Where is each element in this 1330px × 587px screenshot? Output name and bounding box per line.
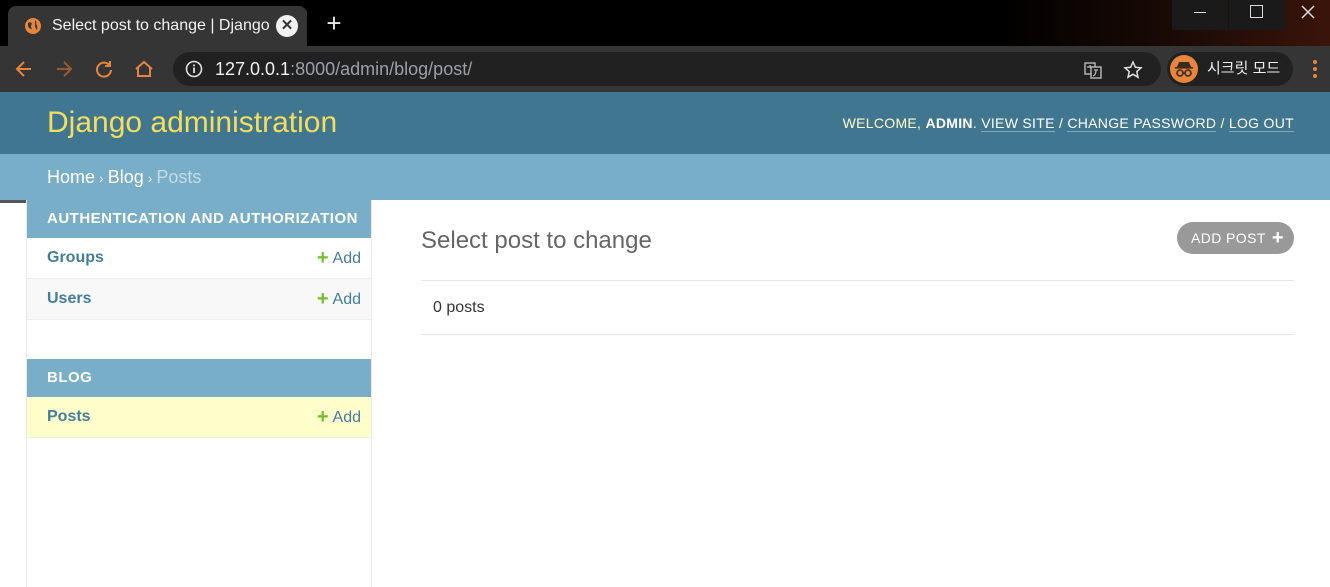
add-label: Add <box>332 409 361 426</box>
add-post-button[interactable]: ADD POST + <box>1177 222 1294 254</box>
incognito-icon <box>1170 55 1198 83</box>
incognito-indicator[interactable]: 시크릿 모드 <box>1167 52 1293 86</box>
minimize-button[interactable] <box>1172 0 1228 30</box>
sidebar-item-posts: Posts + Add <box>27 397 371 438</box>
user-tools-separator: / <box>1058 115 1064 131</box>
back-arrow-icon[interactable] <box>13 58 35 80</box>
breadcrumb-separator: › <box>99 170 104 186</box>
star-icon[interactable] <box>1123 60 1143 80</box>
url-text[interactable]: 127.0.0.1:8000/admin/blog/post/ <box>215 59 472 79</box>
url-host: 127.0.0.1 <box>215 59 291 79</box>
username: ADMIN <box>925 115 973 131</box>
plus-icon: + <box>316 247 329 269</box>
new-tab-button[interactable]: + <box>322 10 346 36</box>
plus-icon: + <box>1271 227 1284 249</box>
change-password-link[interactable]: CHANGE PASSWORD <box>1067 115 1217 132</box>
welcome-text: WELCOME, <box>842 115 922 131</box>
plus-icon: + <box>316 288 329 310</box>
breadcrumb-home[interactable]: Home <box>47 167 95 187</box>
model-link-posts[interactable]: Posts <box>47 408 91 426</box>
translate-icon[interactable] <box>1083 60 1103 80</box>
more-menu-icon[interactable] <box>1305 57 1325 81</box>
globe-icon <box>25 18 41 34</box>
model-link-groups[interactable]: Groups <box>47 249 104 267</box>
add-label: Add <box>332 291 361 308</box>
close-tab-icon[interactable]: ✕ <box>276 15 298 37</box>
home-icon[interactable] <box>133 58 155 80</box>
browser-toolbar: 127.0.0.1:8000/admin/blog/post/ 시크릿 모드 <box>0 46 1330 92</box>
info-icon[interactable] <box>185 60 203 78</box>
log-out-link[interactable]: LOG OUT <box>1228 115 1294 132</box>
close-icon <box>1301 5 1315 19</box>
module-caption-auth[interactable]: AUTHENTICATION AND AUTHORIZATION <box>27 200 371 238</box>
maximize-button[interactable] <box>1229 0 1285 30</box>
nav-sidebar: AUTHENTICATION AND AUTHORIZATION Groups … <box>26 200 372 587</box>
url-path: :8000/admin/blog/post/ <box>290 59 473 79</box>
model-link-users[interactable]: Users <box>47 290 91 308</box>
browser-tab[interactable]: Select post to change | Django site admi… <box>8 6 307 46</box>
reload-icon[interactable] <box>93 58 115 80</box>
sidebar-item-users: Users + Add <box>27 279 371 320</box>
browser-tab-strip: Select post to change | Django site admi… <box>0 0 1330 46</box>
result-list: 0 posts <box>421 280 1294 335</box>
plus-icon: + <box>316 406 329 428</box>
page-title: Select post to change <box>421 227 652 254</box>
result-count: 0 posts <box>433 299 485 316</box>
forward-arrow-icon[interactable] <box>53 58 75 80</box>
breadcrumb-current: Posts <box>156 167 202 187</box>
add-groups-link[interactable]: + Add <box>316 247 361 269</box>
add-label: Add <box>332 250 361 267</box>
add-post-label: ADD POST <box>1191 230 1266 246</box>
address-bar[interactable]: 127.0.0.1:8000/admin/blog/post/ <box>173 52 1161 86</box>
admin-header: Django administration WELCOME, ADMIN. VI… <box>0 92 1330 154</box>
add-posts-link[interactable]: + Add <box>316 406 361 428</box>
breadcrumb-blog[interactable]: Blog <box>108 167 144 187</box>
sidebar-item-groups: Groups + Add <box>27 238 371 279</box>
view-site-link[interactable]: VIEW SITE <box>981 115 1055 132</box>
user-tools: WELCOME, ADMIN. VIEW SITE / CHANGE PASSW… <box>842 115 1294 132</box>
module-caption-blog[interactable]: BLOG <box>27 359 371 397</box>
divider <box>0 200 26 203</box>
tab-title: Select post to change | Django site admi… <box>52 17 274 34</box>
user-tools-separator: / <box>1220 115 1225 131</box>
breadcrumb: Home › Blog › Posts <box>0 154 1330 200</box>
breadcrumb-separator: › <box>147 170 153 186</box>
window-close-button[interactable] <box>1286 0 1330 30</box>
add-users-link[interactable]: + Add <box>316 288 361 310</box>
incognito-label: 시크릿 모드 <box>1207 60 1281 77</box>
minimize-icon <box>1194 12 1206 13</box>
maximize-icon <box>1250 5 1263 18</box>
site-branding[interactable]: Django administration <box>47 106 337 140</box>
